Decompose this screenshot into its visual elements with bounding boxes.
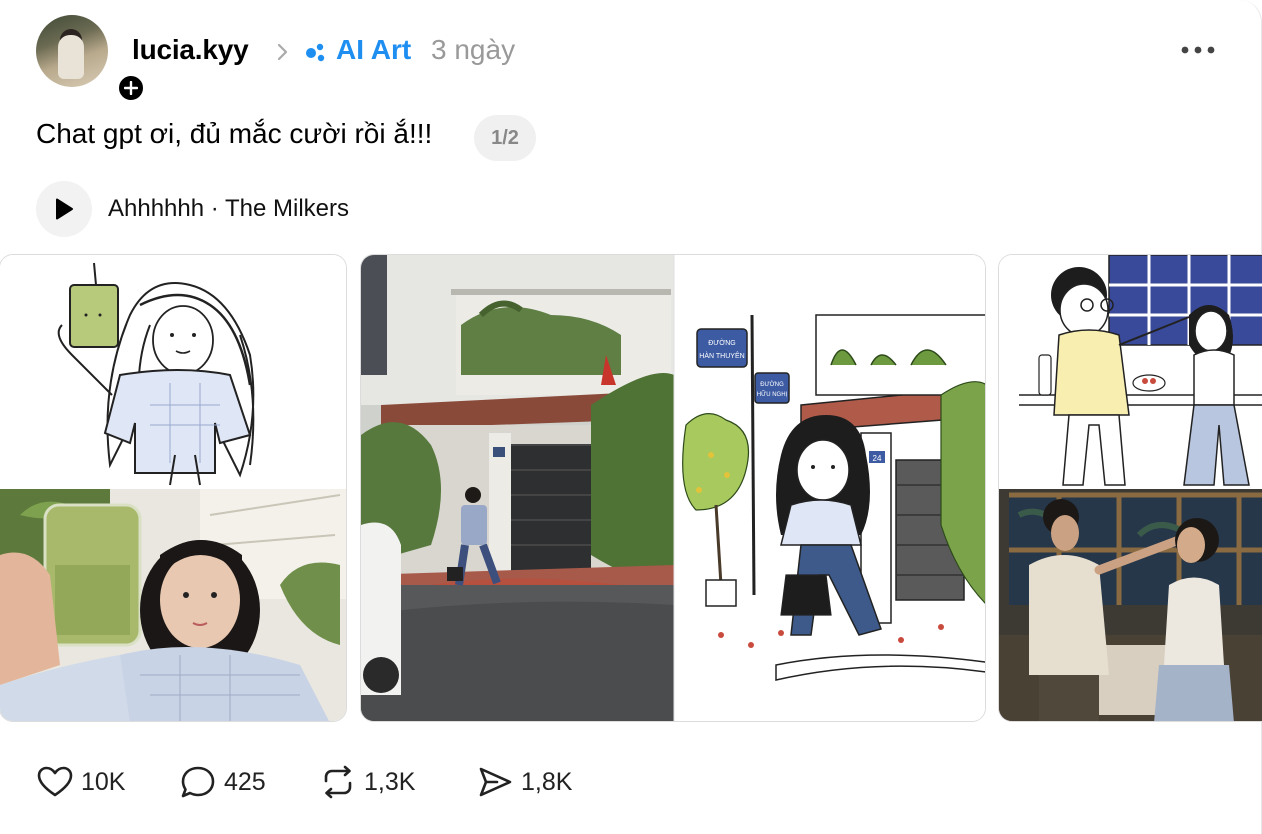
play-icon — [56, 198, 73, 220]
pager-badge: 1/2 — [474, 115, 536, 161]
share-action[interactable]: 1,8K — [477, 762, 572, 802]
repost-icon — [324, 765, 352, 799]
repost-action[interactable]: 1,3K — [320, 762, 415, 802]
kitchen-couple-drawing-and-photo — [999, 255, 1262, 721]
media-image-1[interactable] — [0, 254, 347, 722]
follow-button[interactable] — [116, 73, 146, 103]
share-icon — [479, 767, 512, 797]
post-caption: Chat gpt ơi, đủ mắc cười rồi ắ!!! — [36, 118, 433, 149]
heart-icon — [37, 766, 73, 797]
username[interactable]: lucia.kyy — [132, 34, 249, 66]
comment-action[interactable]: 425 — [180, 762, 266, 802]
like-count: 10K — [81, 767, 126, 796]
plus-icon — [124, 81, 138, 95]
house-number: 24 — [873, 454, 882, 463]
repost-count: 1,3K — [364, 767, 416, 796]
play-button[interactable] — [36, 181, 92, 237]
media-image-2[interactable]: ĐƯỜNG HÀN THUYÊN ĐƯỜNG HỮU NGHỊ 24 — [360, 254, 986, 722]
comment-count: 425 — [224, 767, 266, 796]
street-sign-1-line-2: HÀN THUYÊN — [699, 351, 744, 360]
chevron-right-icon — [277, 43, 288, 61]
like-action[interactable]: 10K — [37, 762, 125, 802]
drawing-girl-matcha-illustration — [0, 255, 346, 721]
more-icon[interactable] — [1180, 44, 1216, 56]
street-sign-2-line-2: HỮU NGHỊ — [757, 391, 788, 398]
avatar-container[interactable] — [36, 15, 146, 103]
post-time: 3 ngày — [431, 34, 516, 65]
avatar-figure — [58, 35, 84, 79]
avatar[interactable] — [36, 15, 108, 87]
media-image-3[interactable] — [998, 254, 1262, 722]
street-photo-and-drawing: ĐƯỜNG HÀN THUYÊN ĐƯỜNG HỮU NGHỊ 24 — [361, 255, 985, 721]
topic-dots-icon — [306, 43, 325, 62]
music-label[interactable]: Ahhhhhh · The Milkers — [108, 195, 349, 223]
share-count: 1,8K — [521, 767, 573, 796]
street-sign-2-line-1: ĐƯỜNG — [760, 381, 784, 388]
topic-link[interactable]: AI Art — [336, 34, 411, 66]
comment-icon — [181, 766, 215, 798]
street-sign-1-line-1: ĐƯỜNG — [708, 338, 736, 347]
